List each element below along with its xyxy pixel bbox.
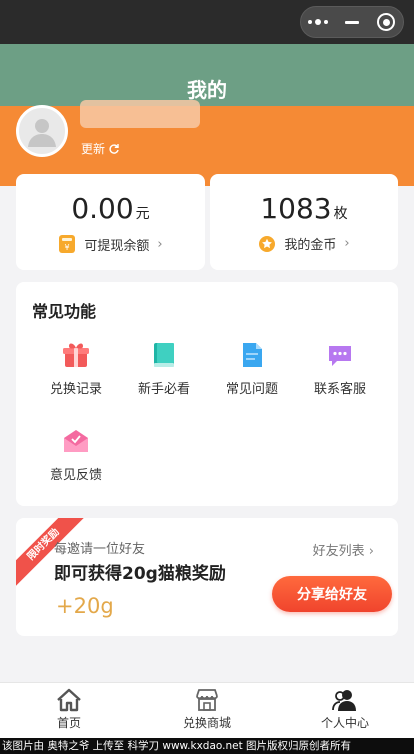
target-icon	[377, 13, 395, 31]
tab-personal-center[interactable]: 个人中心	[276, 683, 414, 738]
feature-label: 常见问题	[225, 382, 278, 397]
share-to-friends-button[interactable]: 分享给好友	[272, 576, 392, 612]
chevron-right-icon: ›	[368, 544, 374, 559]
feature-exchange-records[interactable]: 兑换记录	[34, 340, 118, 397]
tab-label: 兑换商城	[182, 716, 231, 730]
status-bar	[0, 0, 414, 44]
coins-value: 1083	[260, 192, 332, 225]
user-icon	[332, 690, 356, 711]
tab-home[interactable]: 首页	[0, 683, 138, 738]
invite-card: 限时奖励 每邀请一位好友 即可获得20g猫粮奖励 +20g 好友列表 › 分享给…	[16, 518, 398, 636]
user-avatar-icon	[28, 119, 56, 147]
invite-title: 即可获得20g猫粮奖励	[54, 564, 226, 584]
common-features-card: 常见功能 兑换记录 新手必看 常见问题 联系客服 意见反馈	[16, 282, 398, 506]
watermark-text: 该图片由 奥特之爷 上传至 科学刀 www.kxdao.net 图片版权归原创者…	[0, 738, 414, 754]
withdrawable-balance-link[interactable]: ¥ 可提现余额 ›	[16, 234, 205, 254]
chevron-right-icon: ›	[157, 236, 163, 252]
friend-list-label: 好友列表	[312, 544, 365, 559]
chat-icon	[329, 346, 351, 366]
chevron-right-icon: ›	[344, 236, 350, 251]
tab-label: 首页	[56, 716, 81, 730]
mini-program-capsule	[300, 6, 404, 38]
balance-amount: 0.00 元	[16, 192, 205, 225]
feature-label: 兑换记录	[49, 382, 102, 397]
minimize-button[interactable]	[335, 7, 369, 37]
coins-card[interactable]: 1083 枚 我的金币 ›	[210, 174, 398, 270]
coins-label: 我的金币	[284, 238, 337, 253]
wallet-icon: ¥	[59, 235, 76, 253]
coin-icon	[259, 235, 276, 252]
section-title: 常见功能	[32, 302, 97, 321]
refresh-icon	[109, 143, 119, 154]
refresh-label: 更新	[81, 142, 106, 156]
refresh-button[interactable]: 更新	[81, 140, 120, 157]
home-icon	[57, 688, 81, 712]
bottom-tab-bar: 首页 兑换商城 个人中心	[0, 682, 414, 738]
more-dots-icon	[308, 19, 328, 25]
balance-value: 0.00	[71, 192, 134, 225]
feature-label: 新手必看	[137, 382, 190, 397]
feature-beginner-guide[interactable]: 新手必看	[122, 340, 206, 397]
feature-contact-service[interactable]: 联系客服	[298, 340, 382, 397]
page-title: 我的	[187, 78, 227, 102]
more-button[interactable]	[301, 7, 335, 37]
minus-icon	[345, 20, 359, 24]
balance-card[interactable]: 0.00 元 ¥ 可提现余额 ›	[16, 174, 205, 270]
shop-icon	[196, 689, 218, 711]
svg-text:¥: ¥	[65, 243, 70, 252]
my-coins-link[interactable]: 我的金币 ›	[210, 234, 398, 253]
close-mini-program-button[interactable]	[369, 7, 403, 37]
feature-label: 联系客服	[313, 382, 366, 397]
coins-unit: 枚	[333, 206, 348, 222]
tab-label: 个人中心	[320, 716, 369, 730]
balance-unit: 元	[135, 206, 150, 222]
feature-label: 意见反馈	[49, 468, 102, 483]
feature-feedback[interactable]: 意见反馈	[34, 426, 118, 483]
invite-reward: +20g	[56, 594, 114, 618]
envelope-icon	[64, 430, 88, 452]
feature-faq[interactable]: 常见问题	[210, 340, 294, 397]
avatar[interactable]	[16, 105, 68, 157]
balance-label: 可提现余额	[84, 238, 150, 254]
friend-list-link[interactable]: 好友列表 ›	[313, 540, 374, 559]
tab-shop[interactable]: 兑换商城	[138, 683, 276, 738]
invite-subtitle: 每邀请一位好友	[54, 542, 146, 557]
document-icon	[243, 343, 262, 367]
gift-icon	[63, 343, 89, 367]
user-name-blurred	[80, 100, 200, 128]
book-icon	[154, 343, 174, 367]
coins-amount: 1083 枚	[210, 192, 398, 225]
